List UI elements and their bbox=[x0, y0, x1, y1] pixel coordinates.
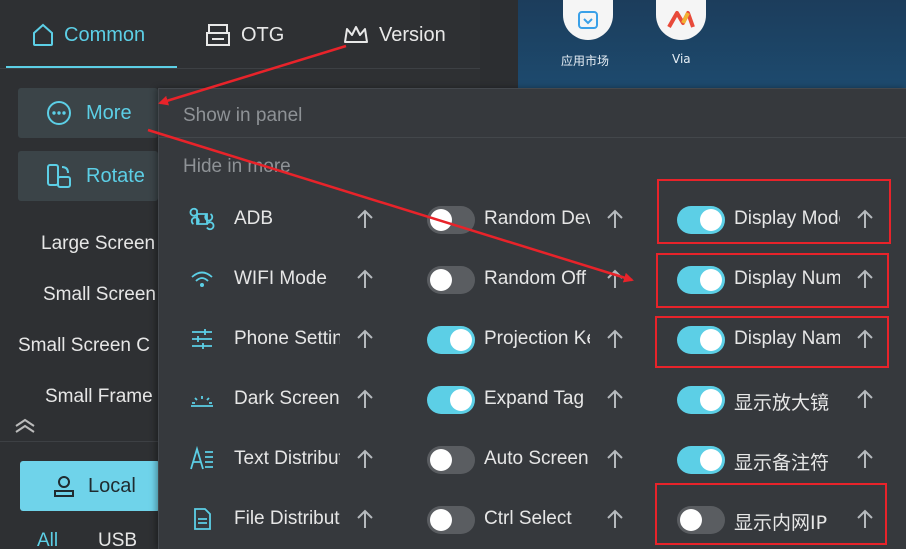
random-device-label: Random Device bbox=[484, 208, 590, 229]
file-icon bbox=[194, 508, 211, 530]
local-button[interactable]: Local bbox=[20, 461, 160, 511]
app-window: { "tabs": [ {"label": "Common", "icon": … bbox=[0, 0, 906, 549]
home-icon bbox=[33, 23, 53, 46]
tab-divider bbox=[0, 68, 480, 69]
sidebar-item-large-screen[interactable]: Large Screen bbox=[41, 233, 155, 255]
show-remark-toggle[interactable] bbox=[677, 446, 725, 474]
tab-otg-label: OTG bbox=[241, 23, 285, 46]
app-market-icon[interactable] bbox=[563, 0, 613, 40]
via-browser-label: Via bbox=[672, 52, 691, 66]
random-device-toggle[interactable] bbox=[427, 206, 475, 234]
filter-all[interactable]: All bbox=[37, 530, 58, 549]
command-icon bbox=[189, 207, 215, 231]
annotation-box-display-number bbox=[656, 253, 889, 308]
random-off-label: Random Off bbox=[484, 268, 587, 289]
sunrise-icon bbox=[191, 396, 213, 407]
move-up-icon[interactable] bbox=[855, 388, 875, 410]
tab-otg[interactable]: OTG bbox=[205, 20, 284, 50]
hide-in-more-title: Hide in more bbox=[183, 156, 291, 177]
annotation-box-display-model bbox=[657, 179, 891, 244]
projection-key-toggle[interactable] bbox=[427, 326, 475, 354]
ctrl-select-label: Ctrl Select bbox=[484, 508, 572, 529]
phone-settings-label: Phone Settings bbox=[234, 328, 340, 349]
move-up-icon[interactable] bbox=[605, 388, 625, 410]
text-icon bbox=[190, 446, 213, 470]
move-up-icon[interactable] bbox=[605, 328, 625, 350]
move-up-icon[interactable] bbox=[605, 448, 625, 470]
move-up-icon[interactable] bbox=[605, 268, 625, 290]
dark-screen-label: Dark Screen bbox=[234, 388, 340, 409]
via-browser-icon[interactable] bbox=[656, 0, 706, 40]
move-up-icon[interactable] bbox=[355, 268, 375, 290]
wifi-icon bbox=[191, 271, 213, 287]
sliders-icon bbox=[192, 329, 212, 349]
show-remark-label: 显示备注符 bbox=[734, 452, 830, 474]
file-distribution-label: File Distribution bbox=[234, 508, 340, 529]
move-up-icon[interactable] bbox=[355, 328, 375, 350]
random-off-toggle[interactable] bbox=[427, 266, 475, 294]
more-dots-icon bbox=[47, 101, 71, 125]
expand-tag-label: Expand Tag bbox=[484, 388, 585, 409]
wifi-mode-label: WIFI Mode bbox=[234, 268, 327, 289]
move-up-icon[interactable] bbox=[355, 508, 375, 530]
tab-version[interactable]: Version bbox=[343, 20, 446, 50]
move-up-icon[interactable] bbox=[355, 208, 375, 230]
sidebar-item-small-screen[interactable]: Small Screen bbox=[43, 284, 156, 306]
printer-icon bbox=[206, 24, 230, 46]
more-button[interactable]: More bbox=[18, 88, 158, 138]
crown-icon bbox=[344, 26, 368, 43]
app-market-label: 应用市场 bbox=[561, 54, 610, 68]
annotation-box-display-name bbox=[655, 316, 889, 368]
move-up-icon[interactable] bbox=[855, 448, 875, 470]
move-up-icon[interactable] bbox=[355, 388, 375, 410]
rotate-button-label: Rotate bbox=[86, 164, 145, 187]
auto-screen-toggle[interactable] bbox=[427, 446, 475, 474]
filter-usb[interactable]: USB bbox=[98, 530, 137, 549]
show-in-panel-title: Show in panel bbox=[183, 105, 303, 126]
rotate-icon bbox=[47, 164, 71, 188]
sidebar-item-small-screen-c[interactable]: Small Screen C bbox=[18, 335, 150, 357]
text-distribution-label: Text Distribution bbox=[234, 448, 340, 469]
move-up-icon[interactable] bbox=[355, 448, 375, 470]
show-magnifier-label: 显示放大镜 bbox=[734, 392, 830, 414]
device-screen-preview: 应用市场 Via bbox=[518, 0, 906, 88]
more-button-label: More bbox=[86, 101, 132, 124]
adb-label: ADB bbox=[234, 208, 274, 229]
collapse-up-icon[interactable] bbox=[14, 418, 36, 434]
location-user-icon bbox=[54, 476, 74, 497]
tab-common-label: Common bbox=[64, 23, 146, 46]
ctrl-select-toggle[interactable] bbox=[427, 506, 475, 534]
sidebar-item-small-frame[interactable]: Small Frame bbox=[45, 386, 153, 408]
show-magnifier-toggle[interactable] bbox=[677, 386, 725, 414]
left-divider bbox=[0, 441, 160, 442]
tab-version-label: Version bbox=[379, 23, 446, 46]
auto-screen-label: Auto Screen bbox=[484, 448, 589, 469]
local-button-label: Local bbox=[88, 474, 136, 497]
move-up-icon[interactable] bbox=[605, 508, 625, 530]
section-divider bbox=[159, 137, 906, 138]
tab-common[interactable]: Common bbox=[32, 20, 145, 50]
annotation-box-show-lan-ip bbox=[655, 483, 887, 545]
move-up-icon[interactable] bbox=[605, 208, 625, 230]
expand-tag-toggle[interactable] bbox=[427, 386, 475, 414]
projection-key-label: Projection Key bbox=[484, 328, 590, 349]
rotate-button[interactable]: Rotate bbox=[18, 151, 158, 201]
